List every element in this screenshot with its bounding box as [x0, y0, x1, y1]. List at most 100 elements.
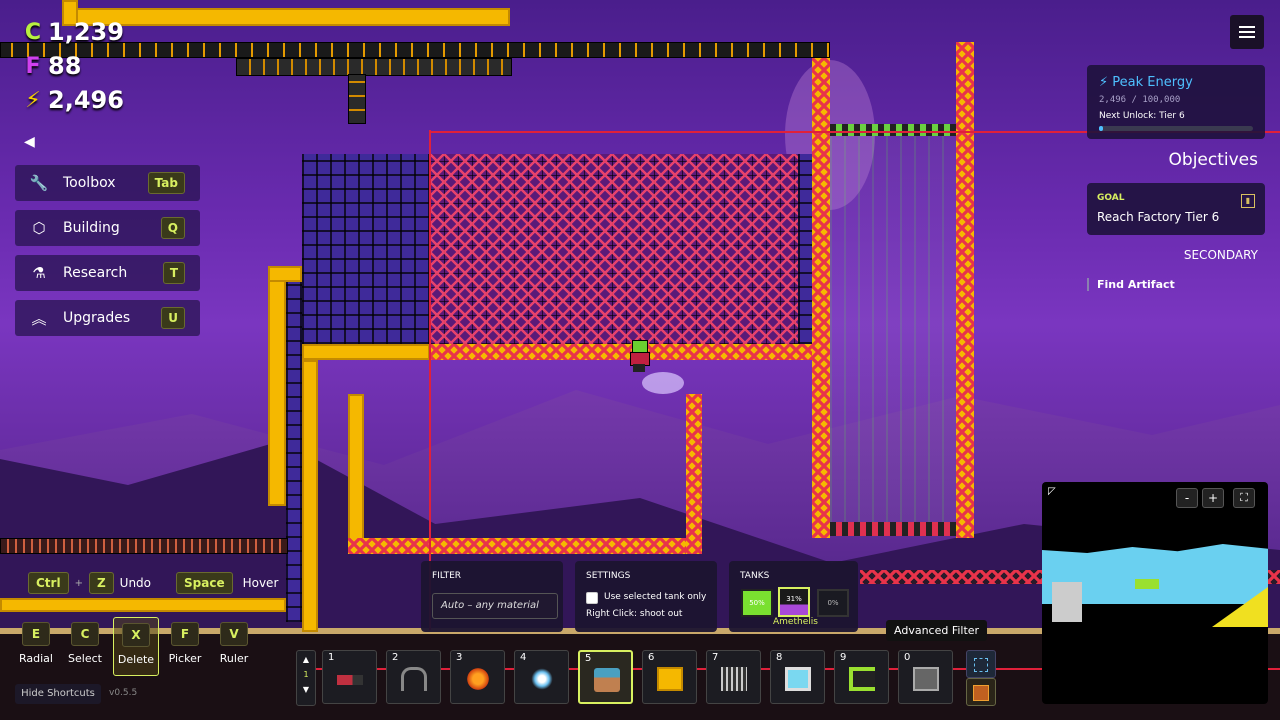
use-selected-tank-label: Use selected tank only [604, 592, 707, 602]
deletion-marked-grid [430, 154, 798, 344]
hotbar-slot-7[interactable]: 7 [706, 650, 761, 704]
shortcut-picker[interactable]: F Picker [163, 622, 207, 665]
top-girder [62, 8, 510, 26]
spray-tool-icon [529, 667, 555, 691]
credits-value: 1,239 [48, 18, 124, 46]
hotbar-slot-1[interactable]: 1 [322, 650, 377, 704]
hotbar-slot-4[interactable]: 4 [514, 650, 569, 704]
u-right [686, 394, 702, 554]
sidebar-item-building[interactable]: ⬡ Building Q [15, 210, 200, 246]
space-key: Space [176, 572, 233, 594]
left-column-grid [286, 282, 302, 622]
peak-energy-progress-text: 2,496 / 100,000 [1099, 95, 1181, 105]
screen-icon [785, 667, 811, 691]
shortcut-ruler[interactable]: V Ruler [212, 622, 256, 665]
left-pillar-2 [302, 360, 318, 632]
cube-icon: ⬡ [32, 219, 46, 237]
jetpack-smoke [642, 372, 684, 394]
crate-icon [973, 685, 989, 701]
shortcut-key: Q [160, 217, 185, 239]
tank-1[interactable]: 50% [741, 589, 773, 617]
tanks-label: TANKS [740, 571, 770, 581]
hotbar-slot-9[interactable]: 9 [834, 650, 889, 704]
filter-label: FILTER [432, 571, 462, 581]
objectives-heading: Objectives [1168, 150, 1258, 170]
goal-card[interactable]: GOAL Reach Factory Tier 6 ▮ [1087, 183, 1265, 235]
conveyor-drop [348, 74, 366, 124]
credits-counter: C 1,239 [22, 18, 124, 46]
resize-corner-icon[interactable]: ◸ [1048, 486, 1056, 497]
right-pillar [812, 58, 830, 538]
left-pillar [268, 266, 286, 506]
hamburger-icon [1239, 26, 1255, 38]
hotbar-slot-10[interactable]: 0 [898, 650, 953, 704]
goal-text: Reach Factory Tier 6 [1097, 210, 1220, 224]
pump-tool-icon [594, 668, 620, 692]
advanced-filter-button[interactable] [966, 650, 996, 678]
f-flux-icon: F [25, 53, 41, 79]
tank-3[interactable]: 0% [817, 589, 849, 617]
minimap-fullscreen-button[interactable]: ⛶ [1233, 488, 1255, 508]
grid-right-edge [798, 154, 812, 344]
floor-girder [302, 344, 430, 360]
next-unlock-text: Next Unlock: Tier 6 [1099, 111, 1185, 121]
hover-label: Hover [242, 576, 279, 590]
up-arrow-icon: ▲ [302, 655, 310, 664]
hide-shortcuts-button[interactable]: Hide Shortcuts [15, 684, 101, 704]
left-belt [0, 538, 288, 554]
conveyor-top-2 [236, 58, 512, 76]
hotbar-slot-2[interactable]: 2 [386, 650, 441, 704]
undo-shortcut: Ctrl + Z Undo [28, 572, 151, 594]
hotbar-slot-5[interactable]: 5 [578, 650, 633, 704]
tank-bottom [830, 522, 956, 536]
shortcut-key: U [161, 307, 185, 329]
wrench-icon: 🔧 [29, 174, 49, 192]
c-credit-icon: C [24, 19, 42, 45]
grabber-icon [401, 667, 427, 691]
menu-button[interactable] [1230, 15, 1264, 49]
tank-2[interactable]: 31% [778, 587, 810, 617]
shortcut-delete[interactable]: X Delete [113, 617, 159, 676]
sidebar-item-label: Toolbox [63, 175, 116, 191]
minimap-zoom-in-button[interactable]: + [1202, 488, 1224, 508]
shortcut-radial[interactable]: E Radial [14, 622, 58, 665]
down-arrow-icon: ▼ [302, 685, 310, 694]
secondary-objective[interactable]: Find Artifact [1087, 278, 1175, 291]
u-bottom [348, 538, 702, 554]
u-left [348, 394, 364, 554]
far-right-pillar [956, 42, 974, 538]
sidebar-collapse-button[interactable]: ◀ [24, 134, 35, 150]
use-selected-tank-checkbox[interactable] [586, 592, 598, 604]
right-click-hint: Right Click: shoot out [586, 609, 683, 619]
left-pillar-top [268, 266, 302, 282]
material-filter-input[interactable]: Auto – any material [432, 593, 558, 619]
minimap-player-marker [1135, 579, 1159, 589]
hotbar-slot-8[interactable]: 8 [770, 650, 825, 704]
floor-girder-marked [430, 344, 812, 360]
shortcut-key: T [162, 262, 185, 284]
hotbar-page-selector[interactable]: ▲ 1 ▼ [296, 650, 316, 706]
storage-button[interactable] [966, 678, 996, 706]
sidebar-item-research[interactable]: ⚗ Research T [15, 255, 200, 291]
flux-counter: F 88 [22, 52, 81, 80]
minimap-zoom-out-button[interactable]: - [1176, 488, 1198, 508]
hover-shortcut: Space Hover [176, 572, 278, 594]
ctrl-key: Ctrl [28, 572, 69, 594]
hotbar-slot-3[interactable]: 3 [450, 650, 505, 704]
hotbar-slot-6[interactable]: 6 [642, 650, 697, 704]
version-label: v0.5.5 [109, 688, 138, 698]
fire-tool-icon [465, 667, 491, 691]
advanced-filter-tooltip: Advanced Filter [886, 620, 988, 641]
minimap[interactable]: ◸ [1042, 482, 1268, 704]
liquid-tank [830, 124, 956, 524]
grate-icon [721, 667, 747, 691]
plus-sign: + [74, 577, 83, 589]
yellow-block-icon [657, 667, 683, 691]
tank-top [830, 124, 956, 136]
sidebar-item-upgrades[interactable]: ︽ Upgrades U [15, 300, 200, 336]
lightning-icon: ⚡ [25, 87, 41, 113]
sidebar-item-label: Research [63, 265, 128, 281]
shortcut-select[interactable]: C Select [63, 622, 107, 665]
energy-value: 2,496 [48, 86, 124, 114]
sidebar-item-toolbox[interactable]: 🔧 Toolbox Tab [15, 165, 200, 201]
